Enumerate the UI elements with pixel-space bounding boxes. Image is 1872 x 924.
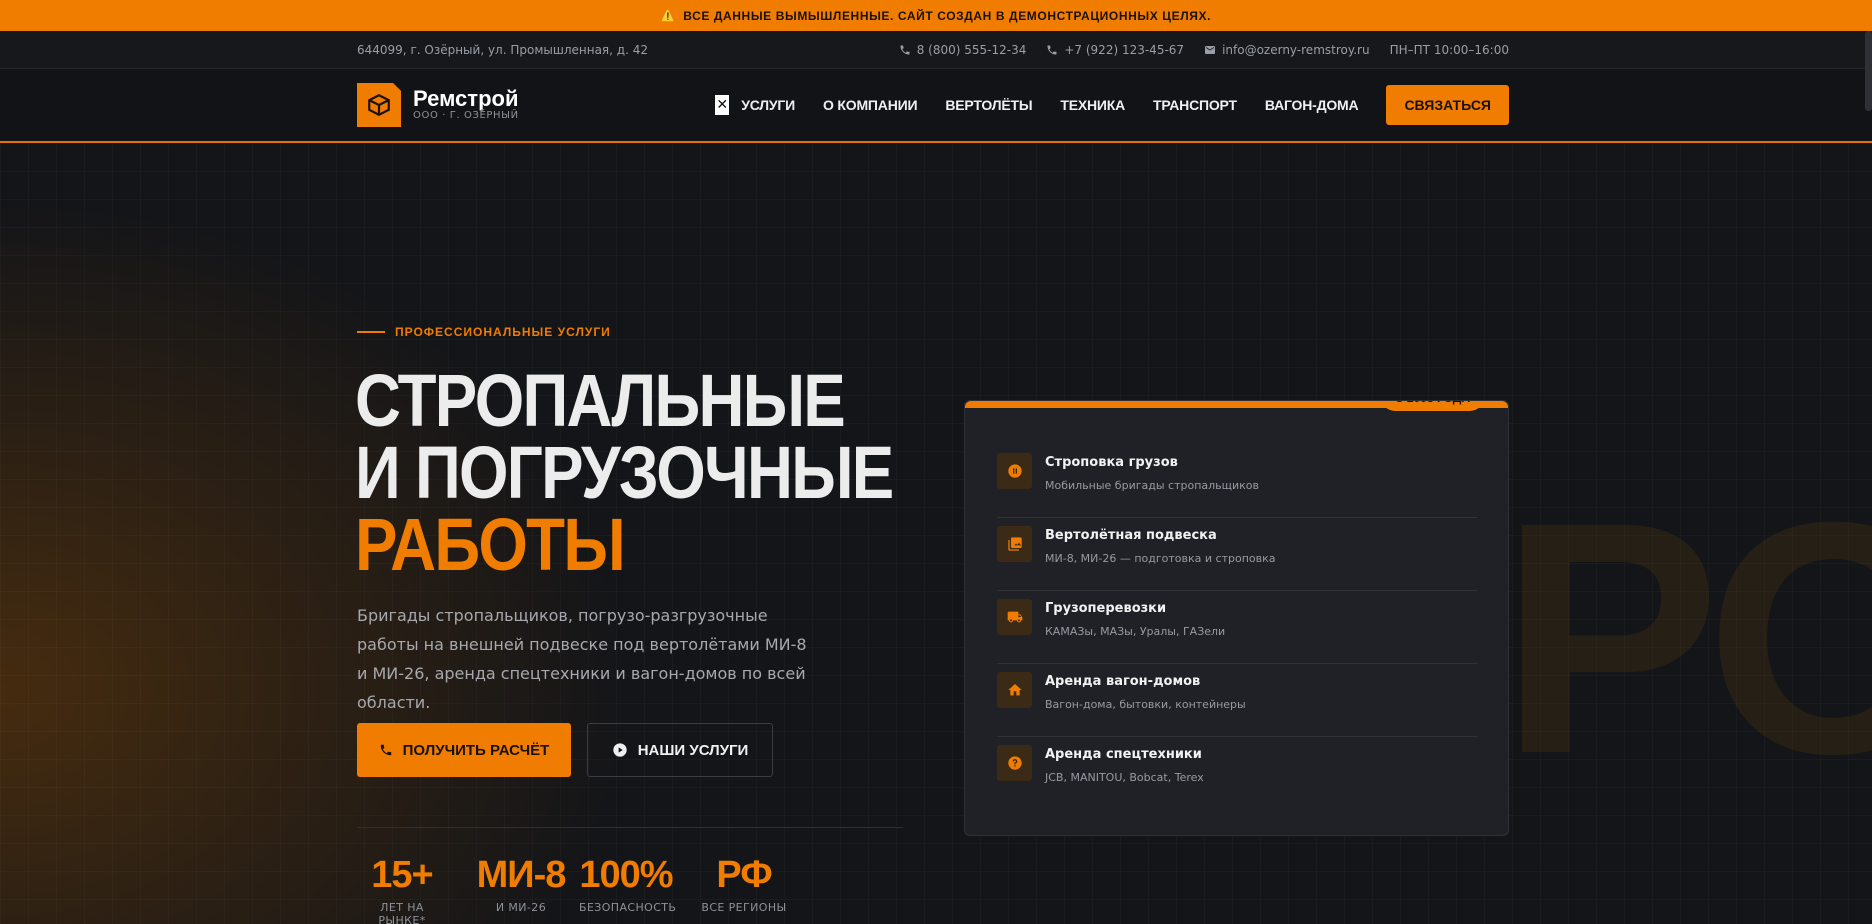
our-services-button[interactable]: НАШИ УСЛУГИ — [587, 723, 773, 777]
hours-text: ПН–ПТ 10:00–16:00 — [1389, 43, 1509, 57]
service-icon-box — [997, 526, 1032, 562]
hero-title-line-1: СТРОПАЛЬНЫЕ — [355, 359, 846, 442]
demo-warning-banner: ⚠️ ВСЕ ДАННЫЕ ВЫМЫШЛЕННЫЕ. САЙТ СОЗДАН В… — [0, 0, 1872, 31]
eyebrow-line — [357, 331, 385, 333]
get-quote-label: ПОЛУЧИТЬ РАСЧЁТ — [402, 741, 550, 759]
service-icon-box — [997, 453, 1032, 489]
working-hours: ПН–ПТ 10:00–16:00 — [1390, 43, 1509, 57]
nav-transport[interactable]: ТРАНСПОРТ — [1153, 97, 1237, 113]
service-desc: JCB, MANITOU, Bobcat, Terex — [1045, 771, 1204, 784]
service-icon-box — [997, 599, 1032, 635]
banner-text: ВСЕ ДАННЫЕ ВЫМЫШЛЕННЫЕ. САЙТ СОЗДАН В ДЕ… — [683, 8, 1212, 23]
stat-value: 100% — [579, 854, 673, 896]
play-circle-icon — [613, 743, 627, 757]
nav-services[interactable]: УСЛУГИ — [741, 97, 795, 113]
our-services-label: НАШИ УСЛУГИ — [637, 741, 749, 759]
stat-helicopters: МИ-8 И МИ-26 — [467, 853, 575, 924]
stat-years: 15+ ЛЕТ НА РЫНКЕ* — [357, 853, 447, 924]
gallery-icon — [1007, 537, 1022, 551]
help-circle-icon — [1007, 756, 1022, 770]
stat-value: 15+ — [371, 854, 433, 896]
contacts-group: 8 (800) 555-12-34 +7 (922) 123-45-67 inf… — [899, 43, 1509, 57]
truck-icon — [1007, 611, 1022, 623]
phone-icon — [1047, 45, 1057, 55]
phone-link-1[interactable]: 8 (800) 555-12-34 — [899, 43, 1027, 57]
services-list: Строповка грузов Мобильные бригады строп… — [997, 445, 1477, 810]
stat-label: ВСЕ РЕГИОНЫ — [701, 901, 787, 914]
eyebrow-text: ПРОФЕССИОНАЛЬНЫЕ УСЛУГИ — [395, 325, 611, 339]
background-word: РОП — [1500, 453, 1872, 822]
hero-title-line-2: И ПОГРУЗОЧНЫЕ — [355, 431, 894, 514]
stat-regions: РФ ВСЕ РЕГИОНЫ — [701, 853, 787, 924]
service-icon-box — [997, 672, 1032, 708]
stats-divider — [357, 827, 903, 828]
service-title: Аренда спецтехники — [1045, 747, 1202, 762]
service-item-transport[interactable]: Грузоперевозки КАМАЗы, МАЗы, Уралы, ГАЗе… — [997, 591, 1477, 664]
logo-mark — [357, 83, 401, 127]
service-item-helicopter[interactable]: Вертолётная подвеска МИ-8, МИ-26 — подго… — [997, 518, 1477, 591]
mail-icon — [1205, 46, 1216, 54]
home-icon — [1007, 684, 1022, 696]
hero-title: СТРОПАЛЬНЫЕ И ПОГРУЗОЧНЫЕ РАБОТЫ — [355, 359, 894, 586]
service-desc: Мобильные бригады стропальщиков — [1045, 479, 1260, 492]
phone-icon — [900, 45, 910, 55]
site-header: Ремстрой ООО · Г. ОЗЁРНЫЙ ✕ УСЛУГИ О КОМ… — [0, 69, 1872, 143]
nav-equipment[interactable]: ТЕХНИКА — [1060, 97, 1125, 113]
stats-row: 15+ ЛЕТ НА РЫНКЕ* МИ-8 И МИ-26 100% БЕЗО… — [357, 853, 787, 924]
stat-value: МИ-8 — [476, 854, 567, 896]
service-title: Аренда вагон-домов — [1045, 674, 1201, 689]
phone-1-text: 8 (800) 555-12-34 — [916, 43, 1027, 57]
service-item-equipment[interactable]: Аренда спецтехники JCB, MANITOU, Bobcat,… — [997, 737, 1477, 810]
service-item-trailer-houses[interactable]: Аренда вагон-домов Вагон-дома, бытовки, … — [997, 664, 1477, 737]
service-icon-box — [997, 745, 1032, 781]
service-desc: МИ-8, МИ-26 — подготовка и строповка — [1045, 552, 1276, 565]
service-title: Строповка грузов — [1045, 455, 1178, 470]
scrollbar-thumb[interactable] — [1865, 31, 1872, 111]
services-card: С 2008 ГОДА Строповка грузов Мобильные б… — [964, 400, 1509, 836]
stat-value: РФ — [716, 854, 772, 896]
service-desc: КАМАЗы, МАЗы, Уралы, ГАЗели — [1045, 625, 1226, 638]
get-quote-button[interactable]: ПОЛУЧИТЬ РАСЧЁТ — [357, 723, 571, 777]
pause-circle-icon — [1007, 464, 1022, 478]
stat-label: И МИ-26 — [495, 901, 547, 914]
service-item-slinging[interactable]: Строповка грузов Мобильные бригады строп… — [997, 445, 1477, 518]
nav-helicopters[interactable]: ВЕРТОЛЁТЫ — [945, 97, 1032, 113]
main-nav: ✕ УСЛУГИ О КОМПАНИИ ВЕРТОЛЁТЫ ТЕХНИКА ТР… — [715, 85, 1509, 125]
contact-button[interactable]: СВЯЗАТЬСЯ — [1386, 85, 1509, 125]
service-desc: Вагон-дома, бытовки, контейнеры — [1045, 698, 1246, 711]
hero-section: РОП ПРОФЕССИОНАЛЬНЫЕ УСЛУГИ СТРОПАЛЬНЫЕ … — [0, 143, 1872, 924]
logo[interactable]: Ремстрой ООО · Г. ОЗЁРНЫЙ — [357, 83, 519, 127]
nav-trailer-houses[interactable]: ВАГОН-ДОМА — [1265, 97, 1359, 113]
address-text: 644099, г. Озёрный, ул. Промышленная, д.… — [357, 43, 648, 57]
email-text: info@ozerny-remstroy.ru — [1222, 43, 1370, 57]
phone-icon — [380, 744, 391, 756]
email-link[interactable]: info@ozerny-remstroy.ru — [1204, 43, 1370, 57]
close-icon[interactable]: ✕ — [715, 95, 730, 115]
phone-link-2[interactable]: +7 (922) 123-45-67 — [1046, 43, 1184, 57]
service-title: Грузоперевозки — [1045, 601, 1167, 616]
contact-bar: 644099, г. Озёрный, ул. Промышленная, д.… — [0, 31, 1872, 69]
nav-about[interactable]: О КОМПАНИИ — [823, 97, 917, 113]
logo-subtitle: ООО · Г. ОЗЁРНЫЙ — [413, 110, 519, 121]
stat-label: ЛЕТ НА РЫНКЕ* — [378, 901, 426, 924]
hero-title-accent: РАБОТЫ — [355, 503, 626, 586]
box-icon — [368, 94, 390, 116]
logo-title: Ремстрой — [413, 86, 519, 111]
warning-icon: ⚠️ — [660, 10, 676, 22]
hero-eyebrow: ПРОФЕССИОНАЛЬНЫЕ УСЛУГИ — [357, 325, 611, 339]
service-title: Вертолётная подвеска — [1045, 528, 1217, 543]
stat-label: БЕЗОПАСНОСТЬ — [579, 901, 677, 914]
hero-lead: Бригады стропальщиков, погрузо-разгрузоч… — [357, 606, 807, 712]
stat-safety: 100% БЕЗОПАСНОСТЬ — [579, 853, 677, 924]
phone-2-text: +7 (922) 123-45-67 — [1064, 43, 1185, 57]
